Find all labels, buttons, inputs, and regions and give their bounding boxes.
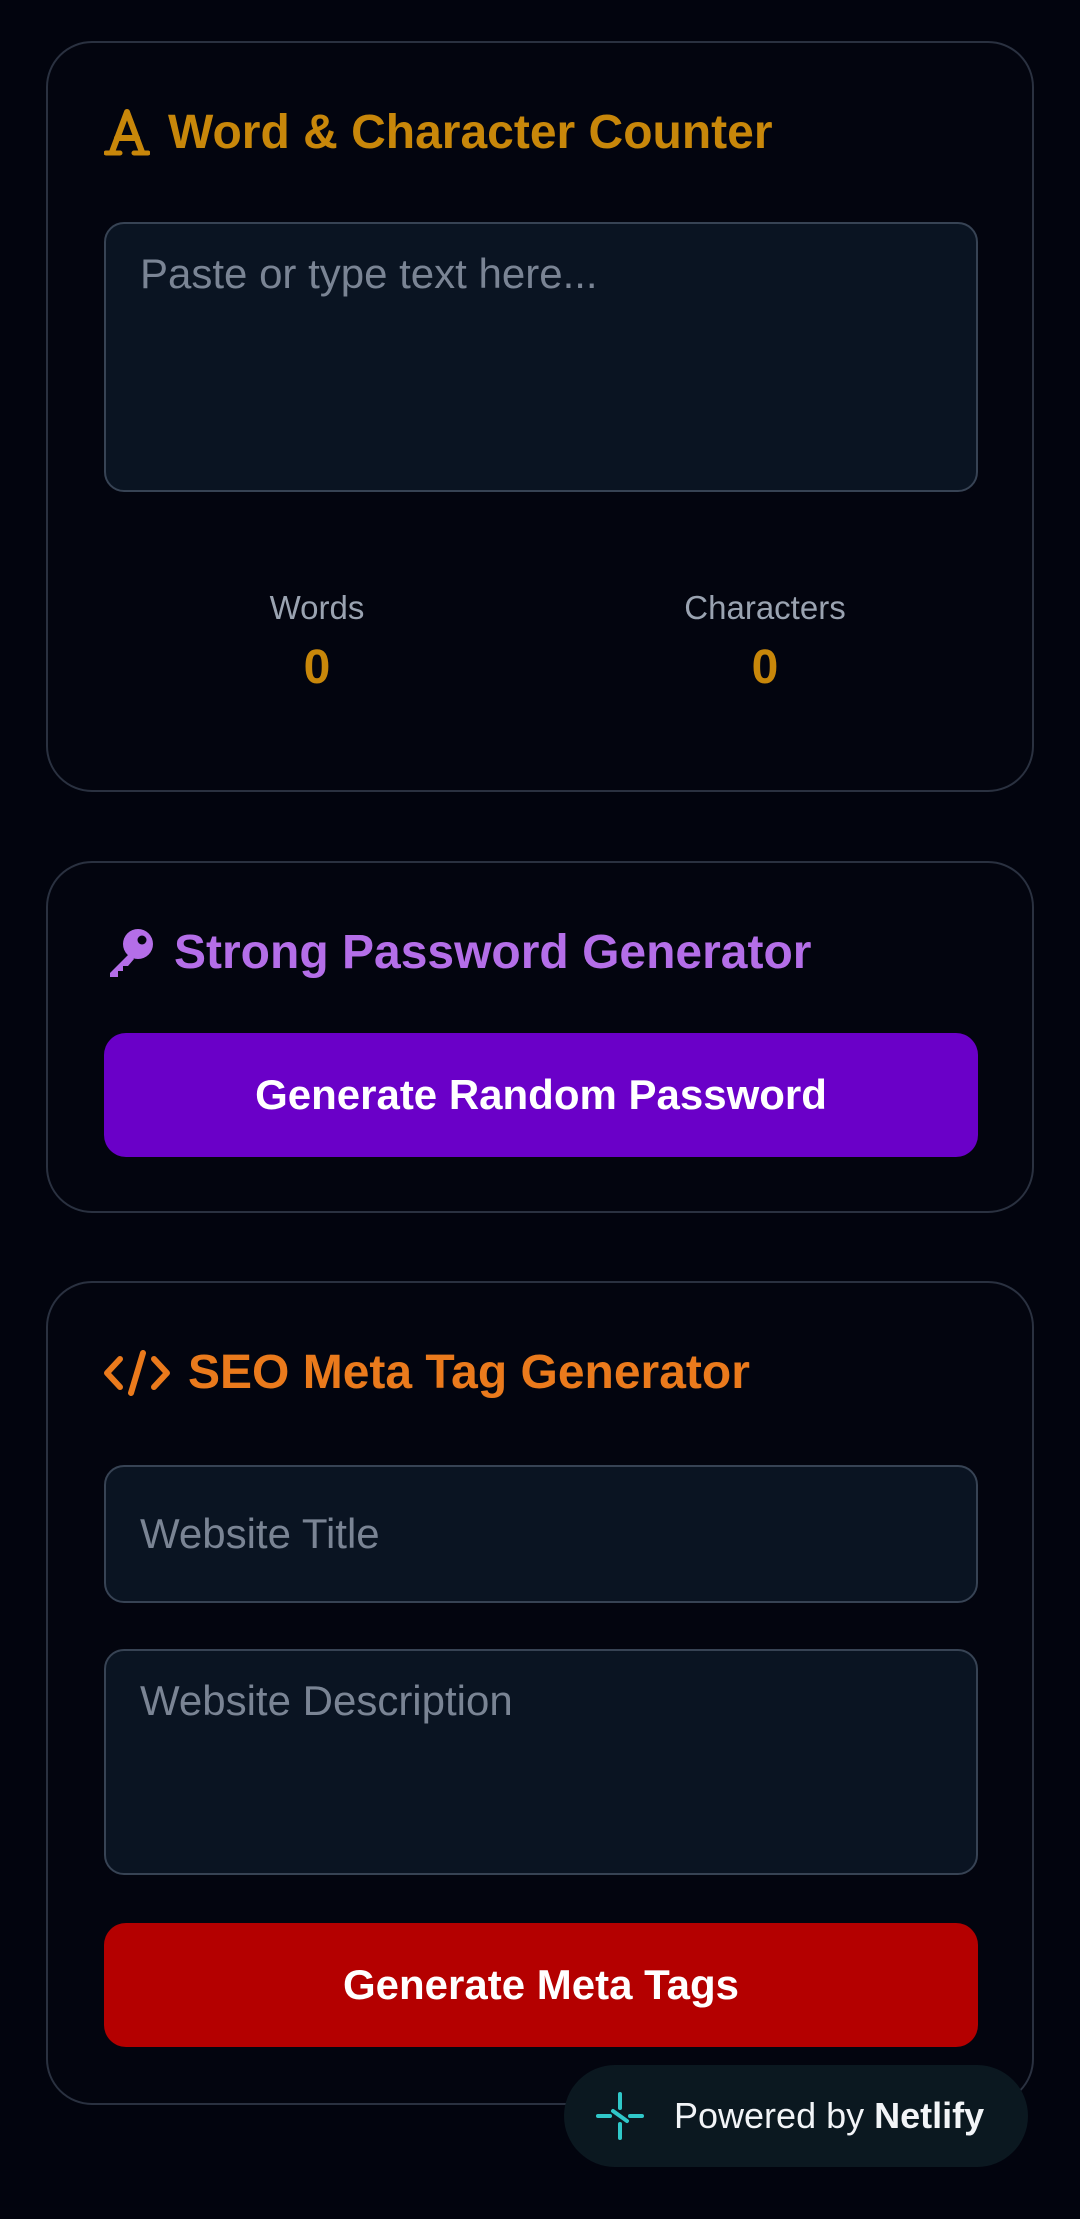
word-counter-card: Word & Character Counter Words 0 Charact…: [46, 41, 1034, 792]
seo-meta-generator-title-text: SEO Meta Tag Generator: [188, 1346, 750, 1399]
seo-meta-generator-title: SEO Meta Tag Generator: [104, 1345, 750, 1400]
word-counter-title: Word & Character Counter: [104, 105, 773, 160]
key-icon: [104, 927, 156, 979]
characters-stat: Characters 0: [615, 591, 915, 692]
code-icon: [104, 1349, 170, 1396]
website-description-input[interactable]: [104, 1649, 978, 1875]
generate-meta-tags-button[interactable]: Generate Meta Tags: [104, 1923, 978, 2047]
website-title-input[interactable]: [104, 1465, 978, 1603]
netlify-badge-brand: Netlify: [874, 2095, 985, 2136]
password-generator-title: Strong Password Generator: [104, 925, 811, 980]
netlify-logo-icon: [594, 2090, 646, 2142]
generate-password-button[interactable]: Generate Random Password: [104, 1033, 978, 1157]
words-stat: Words 0: [167, 591, 467, 692]
font-icon: [104, 108, 150, 158]
characters-count: 0: [751, 641, 779, 694]
characters-label: Characters: [684, 589, 846, 626]
words-count: 0: [303, 641, 331, 694]
seo-meta-generator-card: SEO Meta Tag Generator Generate Meta Tag…: [46, 1281, 1034, 2105]
netlify-badge-prefix: Powered by: [674, 2095, 865, 2136]
word-counter-title-text: Word & Character Counter: [168, 106, 773, 159]
netlify-badge[interactable]: Powered by Netlify: [564, 2065, 1028, 2167]
password-generator-title-text: Strong Password Generator: [174, 926, 812, 979]
password-generator-card: Strong Password Generator Generate Rando…: [46, 861, 1034, 1213]
text-input[interactable]: [104, 222, 978, 492]
words-label: Words: [269, 589, 365, 626]
